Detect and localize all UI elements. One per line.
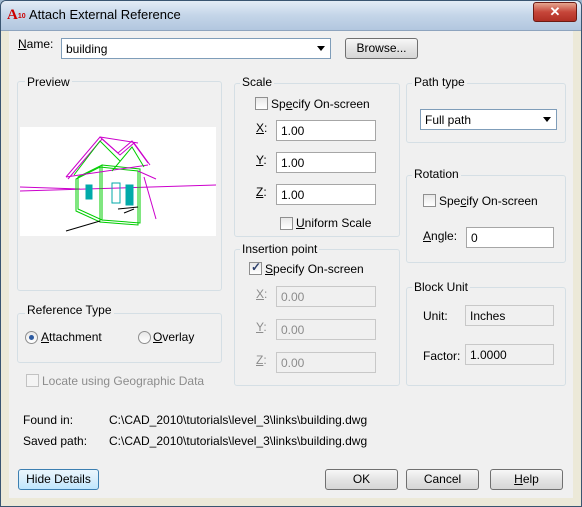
close-button[interactable]: ✕ [533, 2, 577, 22]
hide-details-button[interactable]: Hide Details [18, 469, 99, 490]
uniform-scale-checkbox[interactable] [280, 217, 293, 230]
scale-x-label: X: [256, 121, 268, 135]
browse-button[interactable]: Browse... [345, 38, 418, 59]
insertion-y-label: Y: [256, 320, 267, 334]
house-preview-drawing [19, 136, 217, 232]
block-unit-title: Block Unit [412, 280, 471, 294]
unit-value: Inches [465, 305, 554, 326]
scale-group-title: Scale [240, 75, 275, 89]
block-unit-group [406, 287, 566, 386]
cancel-button[interactable]: Cancel [406, 469, 479, 490]
window-title: Attach External Reference [29, 7, 181, 22]
dialog-client-area: Name: building Browse... Preview Referen… [9, 31, 573, 498]
overlay-radio[interactable] [138, 331, 151, 344]
name-dropdown[interactable]: building [61, 38, 331, 59]
title-bar[interactable]: A10 Attach External Reference ✕ [1, 1, 581, 31]
path-type-dropdown[interactable]: Full path [420, 109, 557, 130]
insertion-point-title: Insertion point [240, 242, 320, 256]
factor-value: 1.0000 [465, 344, 554, 365]
insertion-z-label: Z: [256, 353, 267, 367]
insertion-z-input[interactable]: 0.00 [276, 352, 376, 373]
name-dropdown-value: building [66, 42, 108, 56]
geographic-data-checkbox[interactable] [26, 374, 39, 387]
saved-path-value: C:\CAD_2010\tutorials\level_3\links\buil… [109, 434, 368, 448]
preview-image [19, 127, 217, 236]
scale-specify-onscreen-label[interactable]: Specify On-screen [271, 97, 370, 111]
rotation-title: Rotation [412, 167, 461, 181]
scale-z-input[interactable]: 1.00 [276, 184, 376, 205]
scale-z-label: Z: [256, 185, 267, 199]
close-icon: ✕ [549, 4, 561, 19]
geographic-data-label: Locate using Geographic Data [42, 374, 205, 388]
path-type-title: Path type [412, 75, 467, 89]
attachment-radio[interactable] [25, 331, 38, 344]
chevron-down-icon [543, 117, 551, 122]
rotation-specify-onscreen-checkbox[interactable] [423, 194, 436, 207]
insertion-x-label: X: [256, 287, 268, 301]
found-in-value: C:\CAD_2010\tutorials\level_3\links\buil… [109, 413, 368, 427]
scale-specify-onscreen-checkbox[interactable] [255, 97, 268, 110]
preview-group-title: Preview [25, 75, 72, 89]
angle-input[interactable]: 0 [466, 227, 554, 248]
insertion-y-input[interactable]: 0.00 [276, 319, 376, 340]
reference-type-title: Reference Type [25, 303, 114, 317]
insertion-specify-onscreen-label[interactable]: Specify On-screen [265, 262, 364, 276]
found-in-label: Found in: [23, 413, 74, 427]
insertion-x-input[interactable]: 0.00 [276, 286, 376, 307]
scale-y-label: Y: [256, 153, 267, 167]
rotation-group [406, 175, 566, 263]
autocad-app-icon: A10 [7, 7, 26, 23]
rotation-specify-onscreen-label[interactable]: Specify On-screen [439, 194, 538, 208]
dialog-window: A10 Attach External Reference ✕ Name: bu… [0, 0, 582, 507]
attachment-radio-label[interactable]: Attachment [41, 330, 102, 344]
chevron-down-icon [317, 46, 325, 51]
overlay-radio-label[interactable]: Overlay [153, 330, 194, 344]
name-label: Name: [18, 37, 54, 51]
path-type-dropdown-value: Full path [425, 113, 472, 127]
unit-label: Unit: [423, 309, 448, 323]
scale-y-input[interactable]: 1.00 [276, 152, 376, 173]
ok-button[interactable]: OK [325, 469, 398, 490]
saved-path-label: Saved path: [23, 434, 88, 448]
factor-label: Factor: [423, 349, 461, 363]
angle-label: Angle: [423, 229, 458, 243]
uniform-scale-label[interactable]: Uniform Scale [296, 216, 371, 230]
scale-x-input[interactable]: 1.00 [276, 120, 376, 141]
insertion-specify-onscreen-checkbox[interactable] [249, 260, 262, 275]
help-button[interactable]: Help [490, 469, 563, 490]
